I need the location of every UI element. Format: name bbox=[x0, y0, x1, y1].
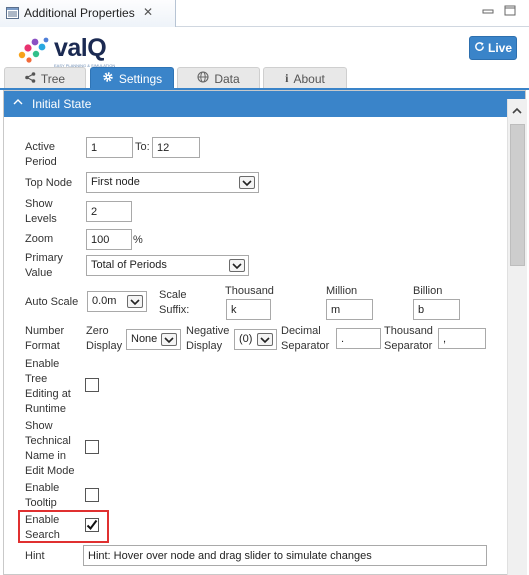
tab-about-label: About bbox=[293, 71, 325, 86]
billion-suffix-label: Billion bbox=[413, 285, 443, 297]
enable-tree-editing-checkbox[interactable] bbox=[85, 378, 99, 392]
show-technical-name-checkbox[interactable] bbox=[85, 440, 99, 454]
zoom-input[interactable] bbox=[86, 229, 132, 250]
thousand-suffix-label: Thousand bbox=[225, 285, 274, 297]
auto-scale-select[interactable]: 0.0m bbox=[87, 291, 147, 312]
scrollbar-thumb[interactable] bbox=[510, 124, 525, 266]
show-technical-name-label: Show Technical Name in Edit Mode bbox=[25, 420, 75, 477]
negative-display-select[interactable]: (0) bbox=[234, 329, 277, 350]
primary-value-select[interactable]: Total of Periods bbox=[86, 255, 249, 276]
zero-display-value: None bbox=[131, 333, 158, 345]
chevron-down-icon bbox=[229, 259, 245, 272]
zoom-label: Zoom bbox=[25, 233, 54, 245]
chevron-down-icon bbox=[127, 295, 143, 308]
million-suffix-label: Million bbox=[326, 285, 358, 297]
view-tab[interactable]: Additional Properties ✕ bbox=[0, 0, 176, 27]
top-node-value: First node bbox=[91, 176, 140, 188]
hint-input[interactable] bbox=[83, 545, 487, 566]
active-period-to-label: To: bbox=[135, 141, 150, 153]
refresh-icon bbox=[474, 41, 485, 55]
primary-value-label: Primary Value bbox=[25, 252, 63, 279]
view-titlebar: Additional Properties ✕ bbox=[0, 0, 529, 27]
database-icon bbox=[197, 71, 209, 86]
chevron-up-icon bbox=[12, 96, 24, 111]
share-icon bbox=[25, 71, 36, 86]
enable-search-checkbox[interactable] bbox=[85, 518, 99, 532]
minimize-icon[interactable] bbox=[480, 4, 496, 18]
section-title: Initial State bbox=[32, 97, 92, 111]
info-icon: i bbox=[285, 71, 289, 85]
enable-tree-editing-label: Enable Tree Editing at Runtime bbox=[25, 358, 71, 415]
enable-tooltip-checkbox[interactable] bbox=[85, 488, 99, 502]
view-title: Additional Properties bbox=[24, 6, 135, 20]
tab-settings-label: Settings bbox=[118, 71, 163, 86]
active-period-label: Active Period bbox=[25, 141, 57, 168]
billion-suffix-input[interactable] bbox=[413, 299, 460, 320]
primary-value-value: Total of Periods bbox=[91, 259, 167, 271]
scroll-up-arrow-icon[interactable] bbox=[510, 104, 524, 118]
zoom-unit: % bbox=[133, 234, 143, 246]
decimal-separator-label: Decimal Separator bbox=[281, 325, 330, 352]
zero-display-select[interactable]: None bbox=[126, 329, 181, 350]
checkmark-icon bbox=[86, 519, 98, 531]
tab-about[interactable]: i About bbox=[263, 67, 347, 89]
section-initial-state-header[interactable]: Initial State bbox=[4, 91, 525, 117]
enable-tooltip-label: Enable Tooltip bbox=[25, 482, 60, 509]
tab-settings[interactable]: Settings bbox=[90, 67, 174, 89]
top-node-label: Top Node bbox=[25, 177, 73, 189]
close-icon[interactable]: ✕ bbox=[143, 5, 153, 19]
chevron-down-icon bbox=[257, 333, 273, 346]
thousand-separator-input[interactable] bbox=[438, 328, 486, 349]
number-format-label: Number Format bbox=[25, 325, 65, 352]
tab-data[interactable]: Data bbox=[177, 67, 260, 89]
zero-display-label: Zero Display bbox=[86, 325, 123, 352]
chevron-down-icon bbox=[239, 176, 255, 189]
gear-icon bbox=[102, 71, 114, 86]
top-node-select[interactable]: First node bbox=[86, 172, 259, 193]
auto-scale-label: Auto Scale bbox=[25, 296, 79, 308]
tab-data-label: Data bbox=[214, 71, 240, 86]
show-levels-input[interactable] bbox=[86, 201, 132, 222]
tab-tree[interactable]: Tree bbox=[4, 67, 86, 89]
million-suffix-input[interactable] bbox=[326, 299, 373, 320]
valq-logo-icon bbox=[16, 36, 52, 67]
auto-scale-value: 0.0m bbox=[92, 295, 117, 307]
view-list-icon bbox=[6, 7, 19, 19]
decimal-separator-input[interactable] bbox=[336, 328, 381, 349]
show-levels-label: Show Levels bbox=[25, 198, 57, 225]
tab-tree-label: Tree bbox=[40, 71, 66, 86]
chevron-down-icon bbox=[161, 333, 177, 346]
hint-label: Hint bbox=[25, 550, 45, 562]
negative-display-label: Negative Display bbox=[186, 325, 230, 352]
live-button[interactable]: Live bbox=[469, 36, 517, 60]
valq-logo-text: valQ bbox=[54, 34, 107, 62]
maximize-icon[interactable] bbox=[502, 4, 518, 18]
active-period-from-input[interactable] bbox=[86, 137, 133, 158]
enable-search-label: Enable Search bbox=[25, 514, 60, 541]
negative-display-value: (0) bbox=[239, 333, 253, 345]
scale-suffix-label: Scale Suffix: bbox=[159, 289, 190, 316]
thousand-suffix-input[interactable] bbox=[226, 299, 271, 320]
live-button-label: Live bbox=[487, 41, 512, 55]
active-period-to-input[interactable] bbox=[152, 137, 200, 158]
thousand-separator-label: Thousand Separator bbox=[384, 325, 433, 352]
